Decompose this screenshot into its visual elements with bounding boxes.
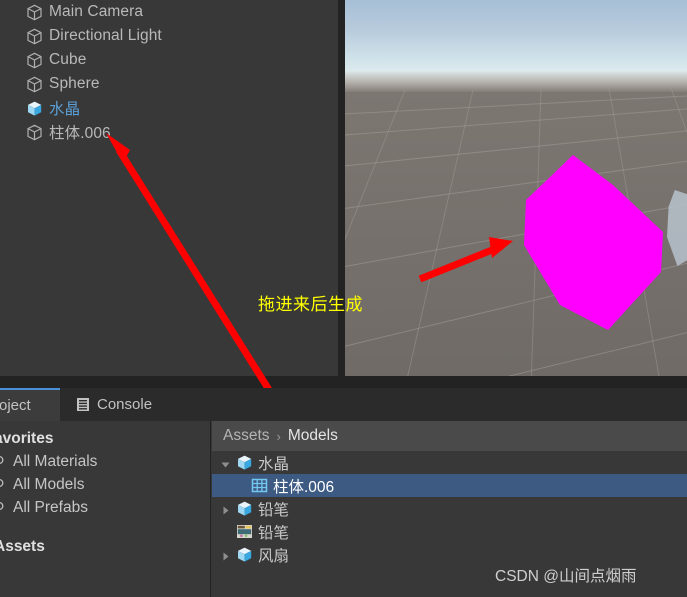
sidebar-item-all-materials[interactable]: All Materials (0, 450, 210, 473)
annotation-text: 拖进来后生成 (258, 295, 363, 314)
gameobject-cube-icon (26, 124, 43, 141)
breadcrumb[interactable]: Assets › Models (212, 421, 687, 451)
prefab-box-icon (236, 454, 253, 471)
tab-console[interactable]: Console (62, 388, 166, 421)
tab-project-label: oject (0, 397, 31, 414)
project-sidebar[interactable]: avorites All Materials All Models (0, 421, 211, 597)
scene-view[interactable] (345, 0, 687, 388)
hierarchy-item-main-camera[interactable]: Main Camera (0, 0, 338, 24)
panel-divider[interactable] (338, 0, 345, 388)
chevron-right-icon[interactable] (220, 503, 231, 515)
mesh-grid-icon (251, 477, 268, 494)
search-icon (0, 455, 7, 468)
search-icon (0, 501, 7, 514)
hierarchy-panel[interactable]: Main Camera Directional Light Cube Spher… (0, 0, 338, 388)
prefab-box-icon (236, 500, 253, 517)
asset-row-fengshan[interactable]: 风扇 (212, 543, 687, 566)
sidebar-item-label: All Models (13, 475, 85, 493)
hierarchy-item-zhuti-006[interactable]: 柱体.006 (0, 120, 338, 144)
hierarchy-item-cube[interactable]: Cube (0, 48, 338, 72)
hierarchy-item-label: Cube (49, 51, 87, 68)
chevron-down-icon[interactable] (220, 457, 231, 468)
asset-row-qianbi-prefab[interactable]: 铅笔 (212, 497, 687, 520)
asset-row-label: 柱体.006 (273, 478, 335, 496)
console-icon (76, 397, 90, 412)
hierarchy-item-label: Main Camera (49, 3, 144, 20)
asset-row-shuijing[interactable]: 水晶 (212, 451, 687, 474)
magenta-missing-material-object[interactable] (345, 0, 687, 388)
asset-row-label: 铅笔 (258, 501, 290, 519)
breadcrumb-current[interactable]: Models (288, 427, 338, 445)
hierarchy-item-directional-light[interactable]: Directional Light (0, 24, 338, 48)
hierarchy-item-shuijing[interactable]: 水晶 (0, 96, 338, 120)
sidebar-item-label: All Materials (13, 452, 98, 470)
breadcrumb-separator: › (276, 428, 281, 444)
breadcrumb-root[interactable]: Assets (223, 427, 270, 445)
hierarchy-item-label: 柱体.006 (49, 125, 111, 142)
sidebar-item-all-prefabs[interactable]: All Prefabs (0, 496, 210, 519)
asset-row-label: 水晶 (258, 455, 290, 473)
sidebar-item-all-models[interactable]: All Models (0, 473, 210, 496)
prefab-box-icon (236, 546, 253, 563)
gameobject-cube-icon (26, 52, 43, 69)
assets-heading: Assets (0, 538, 45, 555)
csdn-watermark: CSDN @山间点烟雨 (495, 568, 637, 585)
tab-console-label: Console (97, 396, 153, 413)
gameobject-cube-icon (26, 4, 43, 21)
asset-row-label: 风扇 (258, 547, 290, 565)
hierarchy-item-label: Sphere (49, 75, 100, 92)
asset-row-qianbi-texture[interactable]: 铅笔 (212, 520, 687, 543)
favorites-heading: avorites (0, 430, 54, 447)
hierarchy-item-label: Directional Light (49, 27, 162, 44)
panel-tab-bar[interactable]: oject Console (0, 388, 687, 421)
hierarchy-item-label: 水晶 (49, 101, 81, 118)
panel-bottom-edge (0, 376, 687, 388)
hierarchy-item-sphere[interactable]: Sphere (0, 72, 338, 96)
asset-row-label: 铅笔 (258, 524, 290, 542)
tab-project[interactable]: oject (0, 388, 60, 421)
search-icon (0, 478, 7, 491)
gameobject-cube-icon (26, 28, 43, 45)
chevron-right-icon[interactable] (220, 549, 231, 561)
texture-icon (236, 523, 253, 540)
asset-row-zhuti-006[interactable]: 柱体.006 (212, 474, 687, 497)
unity-editor-window: Main Camera Directional Light Cube Spher… (0, 0, 687, 597)
sidebar-item-label: All Prefabs (13, 498, 88, 516)
prefab-box-icon (26, 100, 43, 117)
gameobject-cube-icon (26, 76, 43, 93)
